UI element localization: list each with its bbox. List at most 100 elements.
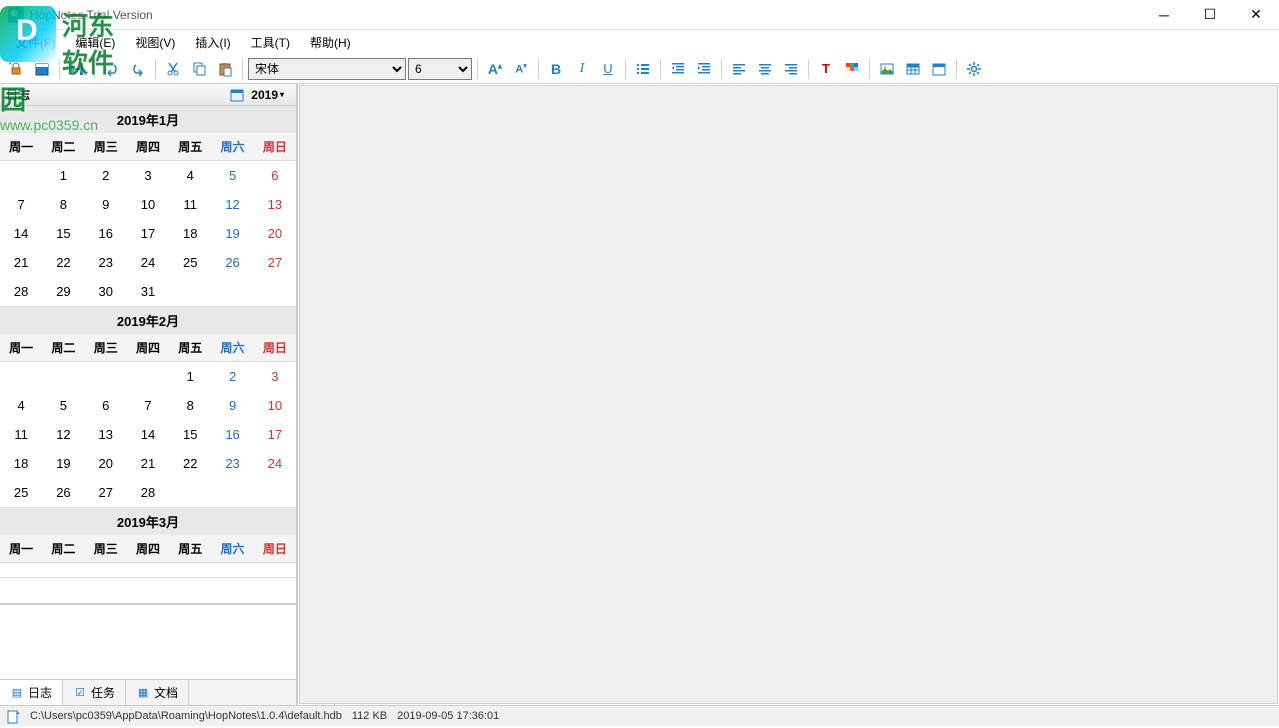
menu-tools[interactable]: 工具(T) <box>241 30 300 55</box>
italic-button[interactable]: I <box>570 57 594 81</box>
calendar-scroll[interactable]: 2019年1月周一周二周三周四周五周六周日1234567891011121314… <box>0 106 296 603</box>
year-selector[interactable]: 2019 <box>251 88 280 102</box>
paste-button[interactable] <box>213 57 237 81</box>
calendar-day[interactable]: 26 <box>42 478 84 507</box>
font-shrink-button[interactable]: A▾ <box>509 57 533 81</box>
calendar-day[interactable]: 27 <box>85 478 127 507</box>
calendar-day[interactable]: 19 <box>42 449 84 478</box>
outdent-button[interactable] <box>666 57 690 81</box>
calendar-day[interactable]: 22 <box>42 248 84 277</box>
calendar-day[interactable]: 29 <box>42 277 84 306</box>
calendar-day[interactable]: 15 <box>169 420 211 449</box>
tab-journal[interactable]: ▤日志 <box>0 680 63 705</box>
calendar-day[interactable]: 12 <box>42 420 84 449</box>
calendar-day[interactable]: 27 <box>254 248 296 277</box>
calendar-button[interactable] <box>30 57 54 81</box>
underline-button[interactable]: U <box>596 57 620 81</box>
calendar-day[interactable]: 20 <box>85 449 127 478</box>
calendar-day[interactable]: 24 <box>127 248 169 277</box>
calendar-day[interactable]: 25 <box>169 248 211 277</box>
calendar-day[interactable]: 24 <box>254 449 296 478</box>
calendar-day[interactable]: 8 <box>42 190 84 219</box>
calendar-day[interactable]: 6 <box>254 161 296 190</box>
calendar-day[interactable]: 21 <box>127 449 169 478</box>
font-select[interactable]: 宋体 <box>248 58 406 80</box>
highlight-button[interactable] <box>840 57 864 81</box>
calendar-day[interactable]: 23 <box>85 248 127 277</box>
bold-button[interactable]: B <box>544 57 568 81</box>
align-right-button[interactable] <box>779 57 803 81</box>
calendar-day[interactable]: 17 <box>254 420 296 449</box>
insert-date-button[interactable] <box>927 57 951 81</box>
bullet-list-button[interactable] <box>631 57 655 81</box>
insert-image-button[interactable] <box>875 57 899 81</box>
calendar-day[interactable]: 23 <box>211 449 253 478</box>
calendar-day[interactable]: 18 <box>0 449 42 478</box>
calendar-day[interactable]: 5 <box>211 161 253 190</box>
menu-insert[interactable]: 插入(I) <box>185 30 240 55</box>
align-center-button[interactable] <box>753 57 777 81</box>
calendar-day[interactable]: 12 <box>211 190 253 219</box>
calendar-day[interactable]: 9 <box>211 391 253 420</box>
calendar-day[interactable]: 28 <box>127 478 169 507</box>
maximize-button[interactable]: ☐ <box>1187 0 1233 30</box>
calendar-day[interactable]: 13 <box>254 190 296 219</box>
calendar-day[interactable]: 16 <box>211 420 253 449</box>
calendar-day[interactable]: 1 <box>169 362 211 391</box>
calendar-day[interactable]: 5 <box>42 391 84 420</box>
calendar-day[interactable]: 8 <box>169 391 211 420</box>
calendar-day[interactable]: 7 <box>127 391 169 420</box>
calendar-day[interactable]: 21 <box>0 248 42 277</box>
calendar-day[interactable]: 11 <box>0 420 42 449</box>
editor-area[interactable] <box>299 85 1278 704</box>
calendar-day[interactable]: 3 <box>127 161 169 190</box>
font-size-select[interactable]: 6 <box>408 58 472 80</box>
calendar-day[interactable]: 20 <box>254 219 296 248</box>
insert-table-button[interactable] <box>901 57 925 81</box>
cut-button[interactable] <box>161 57 185 81</box>
settings-button[interactable] <box>962 57 986 81</box>
calendar-day[interactable]: 11 <box>169 190 211 219</box>
calendar-day[interactable]: 4 <box>169 161 211 190</box>
calendar-day[interactable]: 26 <box>211 248 253 277</box>
copy-button[interactable] <box>187 57 211 81</box>
calendar-day[interactable]: 10 <box>254 391 296 420</box>
font-grow-button[interactable]: A▴ <box>483 57 507 81</box>
calendar-day[interactable]: 16 <box>85 219 127 248</box>
calendar-day[interactable]: 18 <box>169 219 211 248</box>
calendar-day[interactable]: 4 <box>0 391 42 420</box>
calendar-day[interactable]: 9 <box>85 190 127 219</box>
calendar-day[interactable]: 10 <box>127 190 169 219</box>
redo-button[interactable] <box>126 57 150 81</box>
calendar-day[interactable]: 31 <box>127 277 169 306</box>
undo-button[interactable] <box>100 57 124 81</box>
lock-button[interactable]: * <box>4 57 28 81</box>
calendar-toggle-icon[interactable] <box>227 86 247 104</box>
tab-tasks[interactable]: ☑任务 <box>63 680 126 705</box>
menu-edit[interactable]: 编辑(E) <box>65 30 125 55</box>
minimize-button[interactable]: ─ <box>1141 0 1187 30</box>
calendar-day[interactable]: 2 <box>211 362 253 391</box>
calendar-day[interactable]: 30 <box>85 277 127 306</box>
calendar-day[interactable]: 28 <box>0 277 42 306</box>
calendar-day[interactable]: 1 <box>42 161 84 190</box>
close-button[interactable]: ✕ <box>1233 0 1279 30</box>
menu-file[interactable]: 文件(F) <box>6 30 65 55</box>
calendar-day[interactable]: 3 <box>254 362 296 391</box>
calendar-day[interactable]: 2 <box>85 161 127 190</box>
tab-documents[interactable]: ▦文档 <box>126 680 189 705</box>
year-dropdown-icon[interactable]: ▾ <box>280 90 290 99</box>
calendar-day[interactable]: 15 <box>42 219 84 248</box>
calendar-day[interactable]: 6 <box>85 391 127 420</box>
calendar-day[interactable]: 19 <box>211 219 253 248</box>
align-left-button[interactable] <box>727 57 751 81</box>
save-button[interactable] <box>65 57 89 81</box>
calendar-day[interactable]: 22 <box>169 449 211 478</box>
calendar-day[interactable]: 17 <box>127 219 169 248</box>
calendar-day[interactable]: 7 <box>0 190 42 219</box>
calendar-day[interactable]: 14 <box>127 420 169 449</box>
menu-help[interactable]: 帮助(H) <box>300 30 361 55</box>
calendar-day[interactable]: 14 <box>0 219 42 248</box>
menu-view[interactable]: 视图(V) <box>125 30 185 55</box>
text-color-button[interactable]: T <box>814 57 838 81</box>
